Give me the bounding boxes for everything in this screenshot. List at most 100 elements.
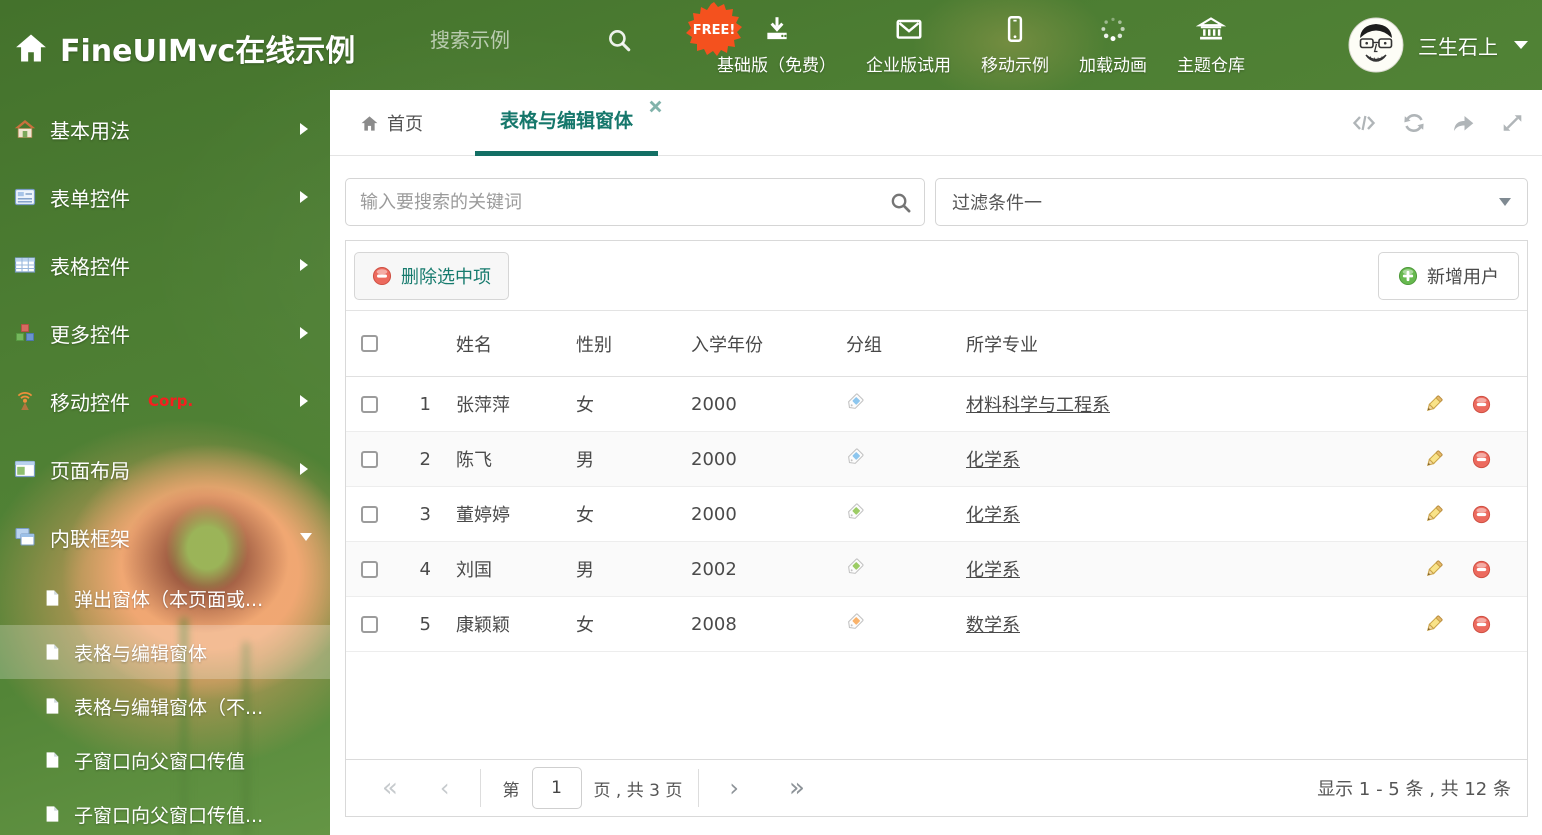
frames-icon: [15, 527, 35, 546]
nav-item-theme-repo[interactable]: 主题仓库: [1162, 14, 1260, 76]
nav-item-loading-animation[interactable]: 加载动画: [1064, 14, 1162, 76]
sidebar-item-page-layout[interactable]: 页面布局: [0, 435, 330, 503]
minus-circle-icon: [372, 266, 392, 286]
edit-icon[interactable]: [1424, 394, 1444, 414]
delete-icon[interactable]: [1472, 450, 1491, 469]
delete-selected-button[interactable]: 删除选中项: [354, 251, 509, 300]
nav-item-enterprise-trial[interactable]: 企业版试用: [851, 14, 966, 76]
edit-icon[interactable]: [1424, 449, 1444, 469]
major-link[interactable]: 数学系: [966, 615, 1020, 636]
edit-icon[interactable]: [1424, 504, 1444, 524]
add-user-button[interactable]: 新增用户: [1378, 251, 1519, 300]
cell-gender: 女: [576, 505, 594, 526]
sidebar-subitem-grid-edit-window[interactable]: 表格与编辑窗体: [0, 625, 330, 679]
major-link[interactable]: 材料科学与工程系: [966, 395, 1110, 416]
tag-icon: [848, 393, 864, 409]
filter-row: 过滤条件一: [345, 178, 1528, 226]
sidebar-item-grid-controls[interactable]: 表格控件: [0, 231, 330, 299]
grid-header-row: 姓名 性别 入学年份 分组 所学专业: [346, 311, 1527, 377]
divider: [698, 769, 700, 807]
prev-page-button[interactable]: ‹: [440, 776, 450, 800]
file-icon: [43, 589, 61, 607]
active-tab-underline: [475, 151, 658, 156]
edit-icon[interactable]: [1424, 614, 1444, 634]
table-row: 5 康颖颖 女 2008 数学系: [346, 597, 1527, 652]
tag-icon: [848, 503, 864, 519]
tab-home[interactable]: 首页: [360, 90, 423, 156]
delete-icon[interactable]: [1472, 505, 1491, 524]
sidebar-subitem-child-to-parent[interactable]: 子窗口向父窗口传值: [0, 733, 330, 787]
filter-dropdown[interactable]: 过滤条件一: [935, 178, 1528, 226]
filter-dropdown-value: 过滤条件一: [952, 193, 1042, 214]
cell-name: 董婷婷: [456, 505, 510, 526]
col-header-group: 分组: [846, 334, 882, 356]
sidebar-item-form-controls[interactable]: 表单控件: [0, 163, 330, 231]
sidebar-item-basic-usage[interactable]: 基本用法: [0, 95, 330, 163]
cell-name: 陈飞: [456, 450, 492, 471]
delete-icon[interactable]: [1472, 560, 1491, 579]
edit-icon[interactable]: [1424, 559, 1444, 579]
cell-name: 张萍萍: [456, 395, 510, 416]
header-search-input[interactable]: [430, 28, 590, 52]
nav-label: 企业版试用: [866, 56, 951, 76]
row-checkbox[interactable]: [361, 395, 378, 413]
sidebar-subitem-popup-window[interactable]: 弹出窗体（本页面或...: [0, 571, 330, 625]
cell-name: 康颖颖: [456, 615, 510, 636]
major-link[interactable]: 化学系: [966, 560, 1020, 581]
select-all-checkbox[interactable]: [361, 335, 378, 352]
row-checkbox[interactable]: [361, 450, 378, 468]
bank-icon: [1196, 17, 1226, 40]
mobile-icon: [1007, 15, 1023, 43]
table-row: 1 张萍萍 女 2000 材料科学与工程系: [346, 377, 1527, 432]
search-icon[interactable]: [606, 27, 632, 53]
major-link[interactable]: 化学系: [966, 450, 1020, 471]
nav-item-mobile-demo[interactable]: 移动示例: [966, 14, 1064, 76]
svg-text:FREE!: FREE!: [693, 23, 736, 38]
row-checkbox[interactable]: [361, 560, 378, 578]
page-suffix: 页 , 共 3 页: [593, 780, 683, 801]
row-checkbox[interactable]: [361, 615, 378, 633]
chevron-down-icon: [1499, 198, 1511, 206]
delete-icon[interactable]: [1472, 395, 1491, 414]
delete-icon[interactable]: [1472, 615, 1491, 634]
sidebar-item-mobile-controls[interactable]: 移动控件 Corp.: [0, 367, 330, 435]
file-icon: [43, 805, 61, 823]
cell-year: 2008: [691, 613, 737, 635]
refresh-icon[interactable]: [1402, 112, 1426, 134]
chevron-right-icon: [300, 327, 308, 339]
cell-name: 刘国: [456, 560, 492, 581]
cell-year: 2000: [691, 393, 737, 415]
col-header-major: 所学专业: [966, 334, 1038, 356]
chevron-down-icon: [300, 533, 312, 541]
row-checkbox[interactable]: [361, 505, 378, 523]
close-icon[interactable]: [649, 100, 662, 113]
nav-label: 加载动画: [1079, 56, 1147, 76]
chevron-right-icon: [300, 259, 308, 271]
sidebar-item-more-controls[interactable]: 更多控件: [0, 299, 330, 367]
chevron-right-icon: [300, 191, 308, 203]
tab-grid-edit-window[interactable]: 表格与编辑窗体: [475, 90, 662, 156]
search-icon[interactable]: [889, 191, 912, 214]
expand-icon[interactable]: [1501, 112, 1524, 134]
share-icon[interactable]: [1451, 112, 1476, 134]
app-logo[interactable]: FineUIMvc在线示例: [14, 26, 355, 70]
table-row: 2 陈飞 男 2000 化学系: [346, 432, 1527, 487]
user-menu[interactable]: 三生石上: [1348, 0, 1528, 90]
sidebar-subitem-grid-edit-window-no[interactable]: 表格与编辑窗体（不...: [0, 679, 330, 733]
next-page-button[interactable]: ›: [729, 776, 739, 800]
sidebar-item-iframe[interactable]: 内联框架: [0, 503, 330, 571]
corp-badge: Corp.: [148, 392, 194, 410]
cubes-icon: [16, 324, 34, 341]
keyword-search-input[interactable]: [345, 178, 925, 226]
sidebar-subitem-child-to-parent-2[interactable]: 子窗口向父窗口传值...: [0, 787, 330, 835]
file-icon: [43, 751, 61, 769]
view-source-icon[interactable]: [1351, 112, 1377, 134]
home-icon: [14, 120, 36, 138]
page-number-input[interactable]: [531, 767, 582, 809]
divider: [479, 769, 481, 807]
first-page-button[interactable]: «: [382, 775, 398, 801]
tab-bar: 首页 表格与编辑窗体: [330, 90, 1542, 156]
last-page-button[interactable]: »: [789, 775, 805, 801]
chevron-right-icon: [300, 123, 308, 135]
major-link[interactable]: 化学系: [966, 505, 1020, 526]
